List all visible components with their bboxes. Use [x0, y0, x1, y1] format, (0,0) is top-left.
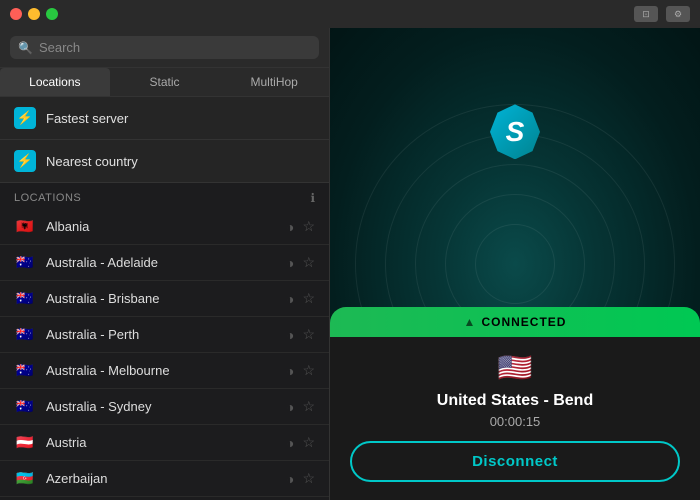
maximize-button[interactable]	[46, 8, 58, 20]
location-actions: ◑ ☆	[286, 254, 315, 271]
search-input[interactable]	[39, 40, 311, 55]
flag-icon: 🇦🇺	[14, 399, 36, 415]
location-name: Azerbaijan	[46, 471, 276, 486]
vpn-logo: S	[485, 102, 545, 162]
search-bar: 🔍	[0, 28, 329, 68]
location-actions: ◑ ☆	[286, 362, 315, 379]
connected-timer: 00:00:15	[490, 414, 541, 429]
flag-icon: 🇦🇹	[14, 435, 36, 451]
close-button[interactable]	[10, 8, 22, 20]
list-item[interactable]: 🇦🇺 Australia - Sydney ◑ ☆	[0, 389, 329, 425]
left-panel: 🔍 Locations Static MultiHop ⚡ Fastest se…	[0, 28, 330, 500]
fastest-server-label: Fastest server	[46, 111, 128, 126]
star-icon[interactable]: ☆	[302, 470, 315, 487]
title-bar: ⊡ ⚙	[0, 0, 700, 28]
location-name: Australia - Brisbane	[46, 291, 276, 306]
list-item[interactable]: 🇦🇺 Australia - Adelaide ◑ ☆	[0, 245, 329, 281]
nearest-country-button[interactable]: ⚡ Nearest country	[0, 140, 329, 183]
location-actions: ◑ ☆	[286, 290, 315, 307]
location-name: Australia - Melbourne	[46, 363, 276, 378]
star-icon[interactable]: ☆	[302, 434, 315, 451]
right-panel: S ▲ CONNECTED 🇺🇸 United States - Bend 00…	[330, 28, 700, 500]
location-actions: ◑ ☆	[286, 434, 315, 451]
signal-icon: ◑	[286, 435, 294, 451]
location-name: Australia - Sydney	[46, 399, 276, 414]
main-content: 🔍 Locations Static MultiHop ⚡ Fastest se…	[0, 28, 700, 500]
location-name: Australia - Perth	[46, 327, 276, 342]
connected-country-name: United States - Bend	[437, 392, 593, 410]
bolt-icon-fastest: ⚡	[14, 107, 36, 129]
flag-icon: 🇦🇱	[14, 219, 36, 235]
star-icon[interactable]: ☆	[302, 326, 315, 343]
signal-icon: ◑	[286, 219, 294, 235]
signal-icon: ◑	[286, 327, 294, 343]
disconnect-button[interactable]: Disconnect	[350, 441, 680, 482]
list-item[interactable]: 🇦🇺 Australia - Brisbane ◑ ☆	[0, 281, 329, 317]
locations-title: Locations	[14, 192, 81, 204]
location-actions: ◑ ☆	[286, 326, 315, 343]
signal-icon: ◑	[286, 291, 294, 307]
location-actions: ◑ ☆	[286, 218, 315, 235]
connected-card: ▲ CONNECTED 🇺🇸 United States - Bend 00:0…	[330, 307, 700, 500]
location-list[interactable]: 🇦🇱 Albania ◑ ☆ 🇦🇺 Australia - Adelaide ◑…	[0, 209, 329, 500]
list-item[interactable]: 🇦🇹 Austria ◑ ☆	[0, 425, 329, 461]
flag-icon: 🇦🇺	[14, 291, 36, 307]
signal-icon: ◑	[286, 399, 294, 415]
location-name: Albania	[46, 219, 276, 234]
flag-icon: 🇦🇺	[14, 363, 36, 379]
logo-shape: S	[490, 104, 540, 159]
locations-header: Locations ℹ	[0, 183, 329, 209]
connected-header: ▲ CONNECTED	[330, 307, 700, 337]
star-icon[interactable]: ☆	[302, 398, 315, 415]
settings-icon[interactable]: ⚙	[666, 6, 690, 22]
star-icon[interactable]: ☆	[302, 218, 315, 235]
connected-status-label: CONNECTED	[481, 315, 566, 329]
connected-body: 🇺🇸 United States - Bend 00:00:15 Disconn…	[330, 337, 700, 500]
location-name: Austria	[46, 435, 276, 450]
star-icon[interactable]: ☆	[302, 254, 315, 271]
signal-icon: ◑	[286, 471, 294, 487]
list-item[interactable]: 🇦🇺 Australia - Melbourne ◑ ☆	[0, 353, 329, 389]
tab-static[interactable]: Static	[110, 68, 220, 96]
list-item[interactable]: 🇦🇱 Albania ◑ ☆	[0, 209, 329, 245]
list-item[interactable]: 🇦🇺 Australia - Perth ◑ ☆	[0, 317, 329, 353]
fastest-server-button[interactable]: ⚡ Fastest server	[0, 97, 329, 140]
star-icon[interactable]: ☆	[302, 290, 315, 307]
tab-multihop[interactable]: MultiHop	[219, 68, 329, 96]
flag-icon: 🇦🇿	[14, 471, 36, 487]
star-icon[interactable]: ☆	[302, 362, 315, 379]
location-name: Australia - Adelaide	[46, 255, 276, 270]
window-icon[interactable]: ⊡	[634, 6, 658, 22]
bolt-icon-nearest: ⚡	[14, 150, 36, 172]
info-icon[interactable]: ℹ	[310, 191, 315, 205]
location-actions: ◑ ☆	[286, 398, 315, 415]
nearest-country-label: Nearest country	[46, 154, 138, 169]
flag-icon: 🇦🇺	[14, 255, 36, 271]
signal-icon: ◑	[286, 363, 294, 379]
signal-icon: ◑	[286, 255, 294, 271]
search-wrapper[interactable]: 🔍	[10, 36, 319, 59]
tab-locations[interactable]: Locations	[0, 68, 110, 96]
tab-bar: Locations Static MultiHop	[0, 68, 329, 97]
chevron-up-icon: ▲	[464, 315, 476, 329]
location-actions: ◑ ☆	[286, 470, 315, 487]
flag-icon: 🇦🇺	[14, 327, 36, 343]
list-item[interactable]: 🇦🇿 Azerbaijan ◑ ☆	[0, 461, 329, 497]
minimize-button[interactable]	[28, 8, 40, 20]
connected-country-flag: 🇺🇸	[498, 351, 533, 384]
search-icon: 🔍	[18, 41, 33, 55]
logo-letter: S	[506, 116, 525, 148]
